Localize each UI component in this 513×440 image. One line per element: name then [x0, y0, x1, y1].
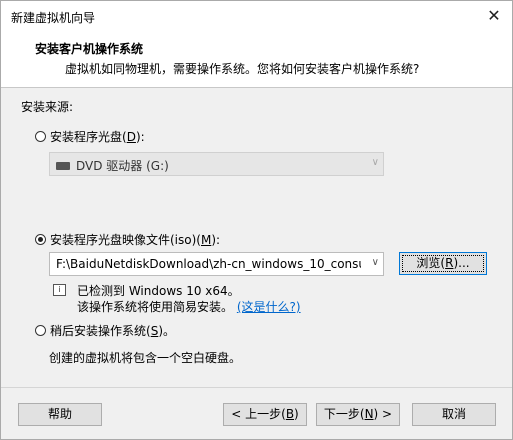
- radio-button[interactable]: [35, 234, 46, 245]
- title-bar: 新建虚拟机向导 ✕: [1, 1, 512, 31]
- disc-drive-select[interactable]: DVD 驱动器 (G:) ∨: [49, 152, 384, 176]
- wizard-header: 安装客户机操作系统 虚拟机如同物理机，需要操作系统。您将如何安装客户机操作系统?: [1, 31, 512, 88]
- radio-install-disc-label: 安装程序光盘(D):: [50, 130, 145, 144]
- page-subtitle: 虚拟机如同物理机，需要操作系统。您将如何安装客户机操作系统?: [65, 62, 420, 76]
- radio-install-iso-label: 安装程序光盘映像文件(iso)(M):: [50, 233, 221, 247]
- iso-path-combobox[interactable]: F:\BaiduNetdiskDownload\zh-cn_windows_10…: [49, 252, 384, 276]
- chevron-down-icon: ∨: [371, 157, 379, 168]
- wizard-window: 新建虚拟机向导 ✕ 安装客户机操作系统 虚拟机如同物理机，需要操作系统。您将如何…: [0, 0, 513, 440]
- info-icon: i: [53, 284, 66, 296]
- radio-install-disc[interactable]: 安装程序光盘(D):: [35, 128, 145, 145]
- install-later-description: 创建的虚拟机将包含一个空白硬盘。: [49, 351, 242, 365]
- radio-button[interactable]: [35, 131, 46, 142]
- back-button[interactable]: < 上一步(B): [223, 403, 307, 426]
- detected-os-text: 已检测到 Windows 10 x64。: [77, 284, 240, 298]
- dvd-drive-icon: [56, 161, 70, 170]
- help-button[interactable]: 帮助: [18, 403, 102, 426]
- window-title: 新建虚拟机向导: [11, 11, 96, 25]
- radio-install-later[interactable]: 稍后安装操作系统(S)。: [35, 322, 175, 339]
- browse-button[interactable]: 浏览(R)...: [399, 252, 487, 275]
- footer-divider: [1, 387, 512, 388]
- next-button[interactable]: 下一步(N) >: [316, 403, 400, 426]
- radio-install-iso[interactable]: 安装程序光盘映像文件(iso)(M):: [35, 231, 220, 248]
- close-icon[interactable]: ✕: [482, 5, 506, 27]
- cancel-button[interactable]: 取消: [412, 403, 496, 426]
- radio-button[interactable]: [35, 325, 46, 336]
- easy-install-text: 该操作系统将使用简易安装。 (这是什么?): [77, 300, 301, 314]
- whats-this-link[interactable]: (这是什么?): [237, 300, 301, 314]
- chevron-down-icon[interactable]: ∨: [372, 257, 379, 268]
- page-title: 安装客户机操作系统: [35, 42, 144, 56]
- radio-install-later-label: 稍后安装操作系统(S)。: [50, 324, 175, 338]
- install-source-label: 安装来源:: [21, 100, 74, 114]
